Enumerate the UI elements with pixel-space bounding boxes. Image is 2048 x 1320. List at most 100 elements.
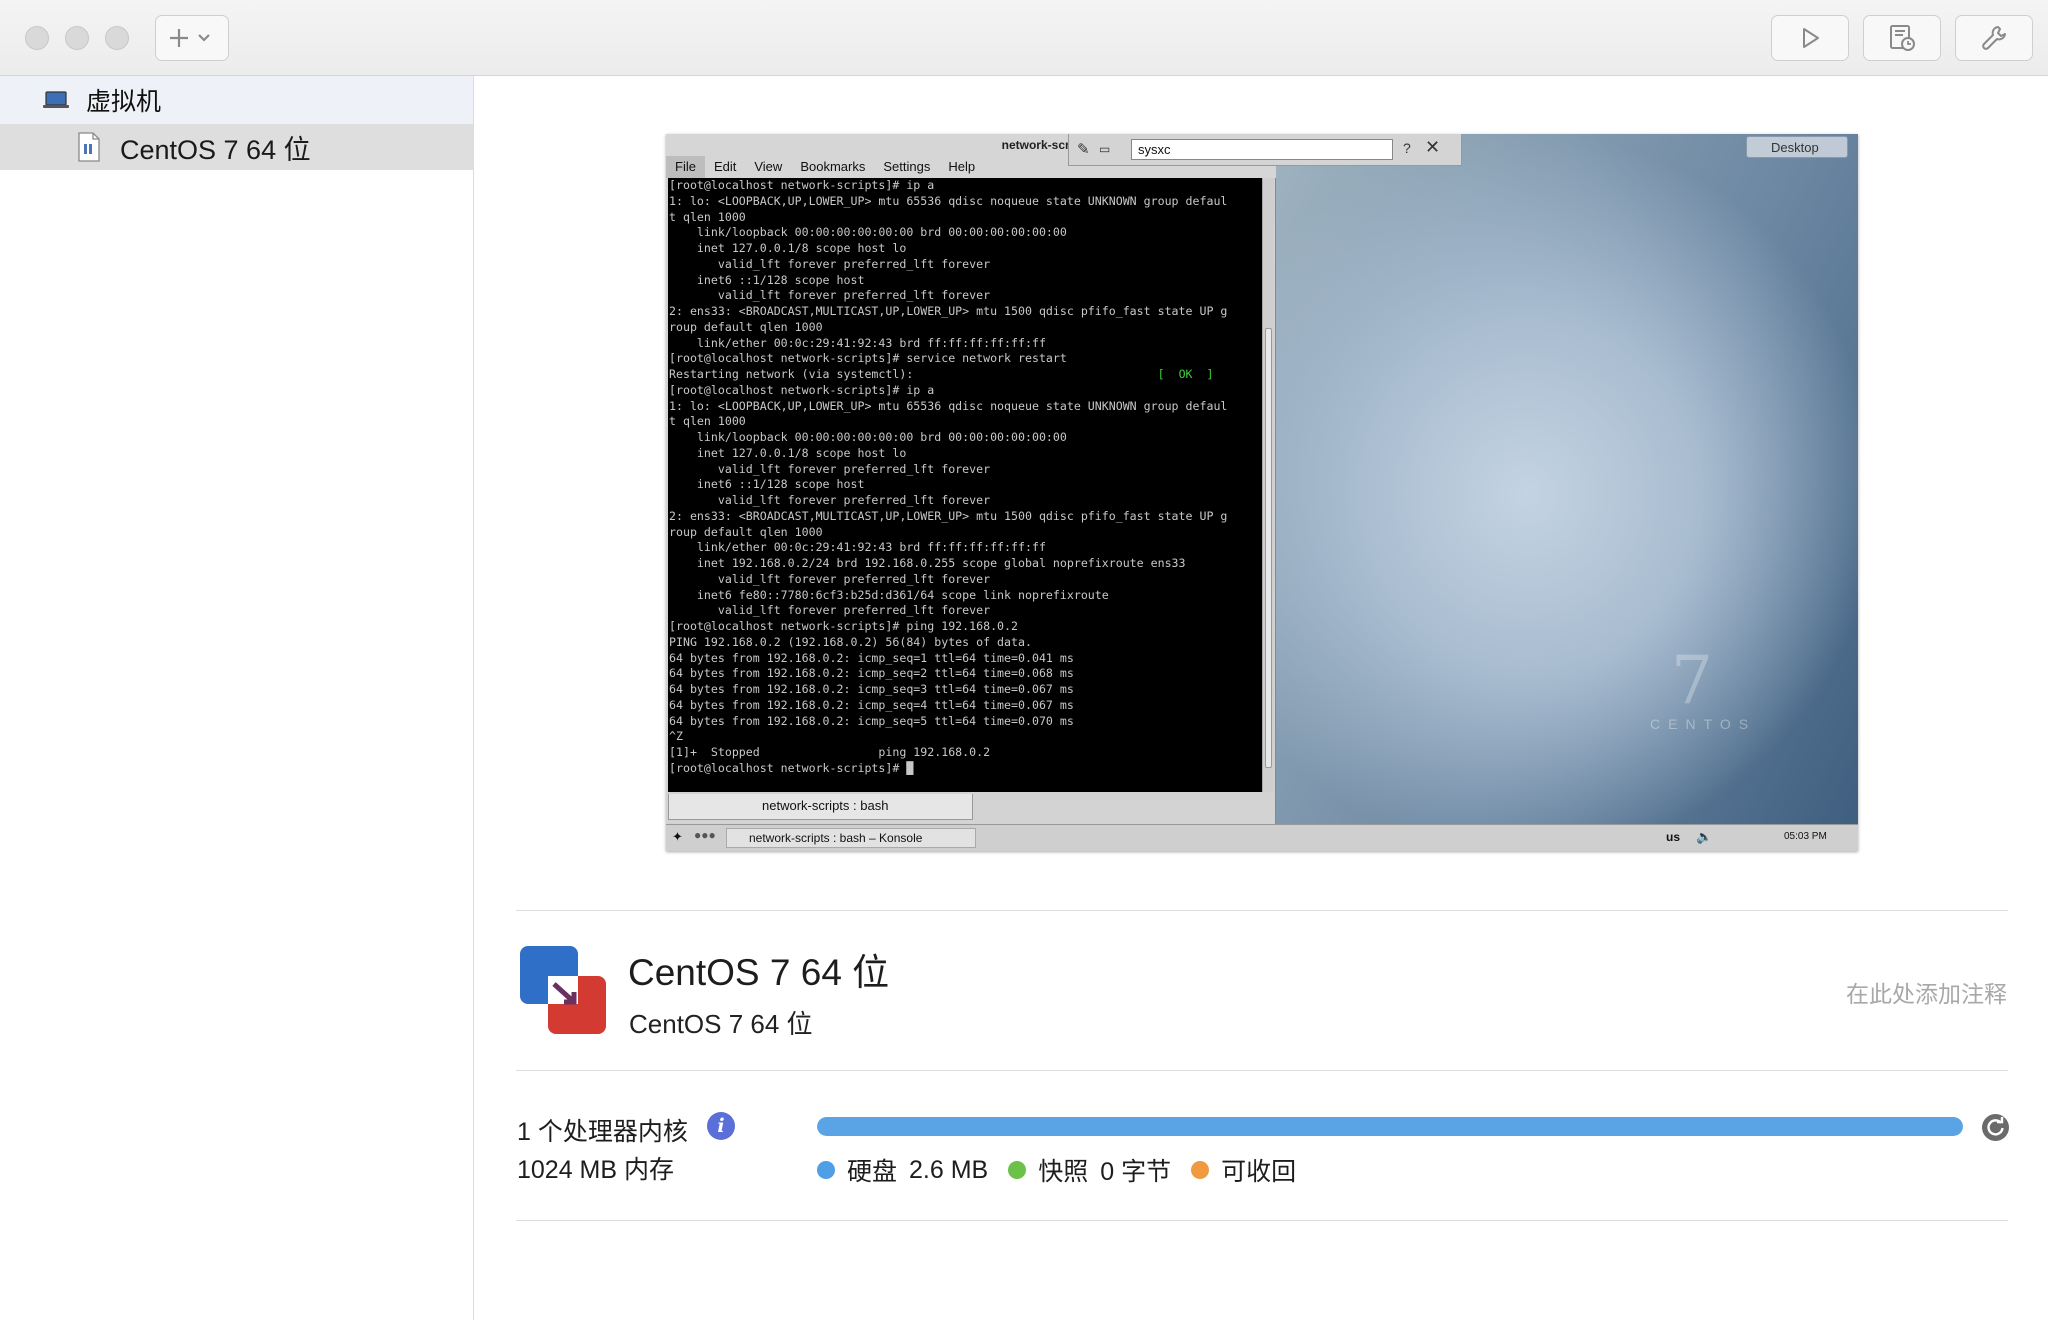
wrench-icon: ✎ <box>1077 141 1090 158</box>
terminal-line: inet 127.0.0.1/8 scope host lo <box>669 445 907 460</box>
konsole-tab: network-scripts : bash <box>668 794 973 820</box>
terminal-line: inet 127.0.0.1/8 scope host lo <box>669 241 907 255</box>
terminal-line: 64 bytes from 192.168.0.2: icmp_seq=5 tt… <box>669 713 1074 728</box>
kde-menu-icon: ✦ <box>672 829 683 844</box>
terminal-line: roup default qlen 1000 <box>669 524 823 539</box>
vm-name: CentOS 7 64 位 <box>628 952 890 993</box>
terminal-line: link/ether 00:0c:29:41:92:43 brd ff:ff:f… <box>669 335 1046 350</box>
taskbar-konsole-task: network-scripts : bash – Konsole <box>726 828 976 848</box>
settings-button[interactable] <box>1955 15 2033 61</box>
desktop-button: Desktop <box>1746 136 1848 158</box>
centos-logo-number: 7 <box>1671 642 1713 719</box>
volume-icon: 🔈 <box>1696 829 1713 844</box>
legend-reclaimable: 可收回 <box>1191 1152 1296 1188</box>
memory-spec: 1024 MB 内存 <box>517 1156 675 1184</box>
legend-snapshot: 快照 0 字节 <box>1008 1152 1171 1188</box>
terminal-line: 64 bytes from 192.168.0.2: icmp_seq=3 tt… <box>669 682 1074 696</box>
terminal-line: Restarting network (via systemctl): [ OK… <box>669 367 1214 381</box>
pager-icon: ●●● <box>694 828 716 842</box>
legend-snapshot-value: 0 字节 <box>1100 1158 1172 1186</box>
terminal-line: valid_lft forever preferred_lft forever <box>669 461 991 476</box>
legend-disk: 硬盘 2.6 MB <box>817 1152 988 1188</box>
terminal-line: 64 bytes from 192.168.0.2: icmp_seq=4 tt… <box>669 697 1074 712</box>
legend-disk-label: 硬盘 <box>847 1158 898 1186</box>
divider <box>516 910 2008 911</box>
info-icon[interactable]: i <box>707 1112 735 1140</box>
terminal-line: [root@localhost network-scripts]# █ <box>669 760 914 775</box>
terminal-line: [root@localhost network-scripts]# ip a <box>669 178 935 192</box>
snapshot-dot <box>1008 1161 1027 1179</box>
divider <box>516 1220 2008 1221</box>
terminal-line: link/loopback 00:00:00:00:00:00 brd 00:0… <box>669 225 1067 240</box>
terminal-line: valid_lft forever preferred_lft forever <box>669 493 991 507</box>
refresh-icon <box>1987 1117 2004 1136</box>
centos-logo-word: CENTOS <box>1650 716 1757 732</box>
terminal-line: 64 bytes from 192.168.0.2: icmp_seq=2 tt… <box>669 666 1074 681</box>
terminal-line: 2: ens33: <BROADCAST,MULTICAST,UP,LOWER_… <box>669 304 1228 318</box>
plus-chevron-icon <box>170 29 210 47</box>
terminal-line: t qlen 1000 <box>669 414 746 429</box>
konsole-menu-bookmarks: Bookmarks <box>800 159 866 174</box>
add-vm-button[interactable] <box>155 15 229 61</box>
sidebar-item-centos[interactable]: CentOS 7 64 位 <box>0 124 473 170</box>
storage-legend: 硬盘 2.6 MB 快照 0 字节 可收回 <box>817 1152 1316 1188</box>
konsole-search-input: sysxc <box>1131 139 1393 160</box>
konsole-menu-edit: Edit <box>713 159 737 174</box>
terminal-line: link/loopback 00:00:00:00:00:00 brd 00:0… <box>669 430 1067 444</box>
terminal-line: inet6 fe80::7780:6cf3:b25d:d361/64 scope… <box>669 587 1109 602</box>
snapshot-button[interactable] <box>1863 15 1941 61</box>
sidebar-item-label: CentOS 7 64 位 <box>120 134 311 165</box>
terminal-scrollbar <box>1262 178 1274 792</box>
sidebar: 虚拟机 CentOS 7 64 位 <box>0 76 474 1320</box>
close-icon: ✕ <box>1425 137 1441 157</box>
minimize-window-button[interactable] <box>65 26 89 50</box>
storage-bar <box>817 1117 1963 1136</box>
guest-clock: 05:03 PM <box>1784 831 1827 842</box>
vm-document-icon <box>78 132 100 162</box>
terminal-line: valid_lft forever preferred_lft forever <box>669 288 991 303</box>
zoom-window-button[interactable] <box>105 26 129 50</box>
refresh-button[interactable] <box>1982 1114 2009 1141</box>
sidebar-group-label: 虚拟机 <box>86 88 162 116</box>
ok-status: [ OK ] <box>1157 367 1214 381</box>
terminal-line: t qlen 1000 <box>669 209 746 224</box>
terminal-line: PING 192.168.0.2 (192.168.0.2) 56(84) by… <box>669 634 1032 649</box>
konsole-menu-view: View <box>754 159 783 174</box>
terminal-line: 1: lo: <LOOPBACK,UP,LOWER_UP> mtu 65536 … <box>669 193 1228 208</box>
help-icon: ? <box>1403 140 1411 156</box>
terminal-line: [1]+ Stopped ping 192.168.0.2 <box>669 745 991 759</box>
terminal-line: 1: lo: <LOOPBACK,UP,LOWER_UP> mtu 65536 … <box>669 398 1228 413</box>
vm-os: CentOS 7 64 位 <box>629 1009 813 1039</box>
legend-reclaimable-label: 可收回 <box>1221 1158 1297 1186</box>
terminal-line: valid_lft forever preferred_lft forever <box>669 256 991 271</box>
keyboard-layout: us <box>1666 830 1681 844</box>
konsole-search-bar: ✎ ▭ sysxc ? ✕ <box>1068 134 1462 166</box>
terminal-line: inet 192.168.0.2/24 brd 192.168.0.255 sc… <box>669 556 1186 570</box>
run-vm-button[interactable] <box>1771 15 1849 61</box>
konsole-menu-settings: Settings <box>883 159 931 174</box>
sidebar-group-virtual-machines[interactable]: 虚拟机 <box>0 76 473 124</box>
konsole-menu-help: Help <box>948 159 976 174</box>
terminal-line: inet6 ::1/128 scope host <box>669 477 865 492</box>
snapshot-icon <box>1890 25 1915 51</box>
legend-disk-value: 2.6 MB <box>909 1155 989 1184</box>
terminal-line: [root@localhost network-scripts]# ip a <box>669 382 935 397</box>
terminal-line: inet6 ::1/128 scope host <box>669 272 865 287</box>
desktop-button-label: Desktop <box>1771 139 1819 155</box>
terminal-line: [root@localhost network-scripts]# ping 1… <box>669 619 1019 633</box>
laptop-icon <box>43 91 69 108</box>
vm-screen-preview[interactable]: Desktop 7 CENTOS network-scripts : bash … <box>666 134 1858 851</box>
storage-bar-fill <box>817 1117 1963 1136</box>
play-icon <box>1803 28 1819 48</box>
konsole-menu-file: File <box>666 156 705 178</box>
terminal-cursor: █ <box>906 760 914 775</box>
cpu-spec: 1 个处理器内核 <box>517 1118 688 1146</box>
konsole-window: network-scripts : bash – Konso File Edit… <box>666 134 1276 824</box>
close-window-button[interactable] <box>25 26 49 50</box>
terminal-line: [root@localhost network-scripts]# servic… <box>669 351 1067 366</box>
vmware-fusion-logo <box>520 946 606 1034</box>
reclaimable-dot <box>1191 1161 1210 1179</box>
terminal-output: [root@localhost network-scripts]# ip a 1:… <box>668 178 1262 792</box>
terminal-line: link/ether 00:0c:29:41:92:43 brd ff:ff:f… <box>669 540 1046 555</box>
notes-field[interactable]: 在此处添加注释 <box>1846 975 2007 1009</box>
